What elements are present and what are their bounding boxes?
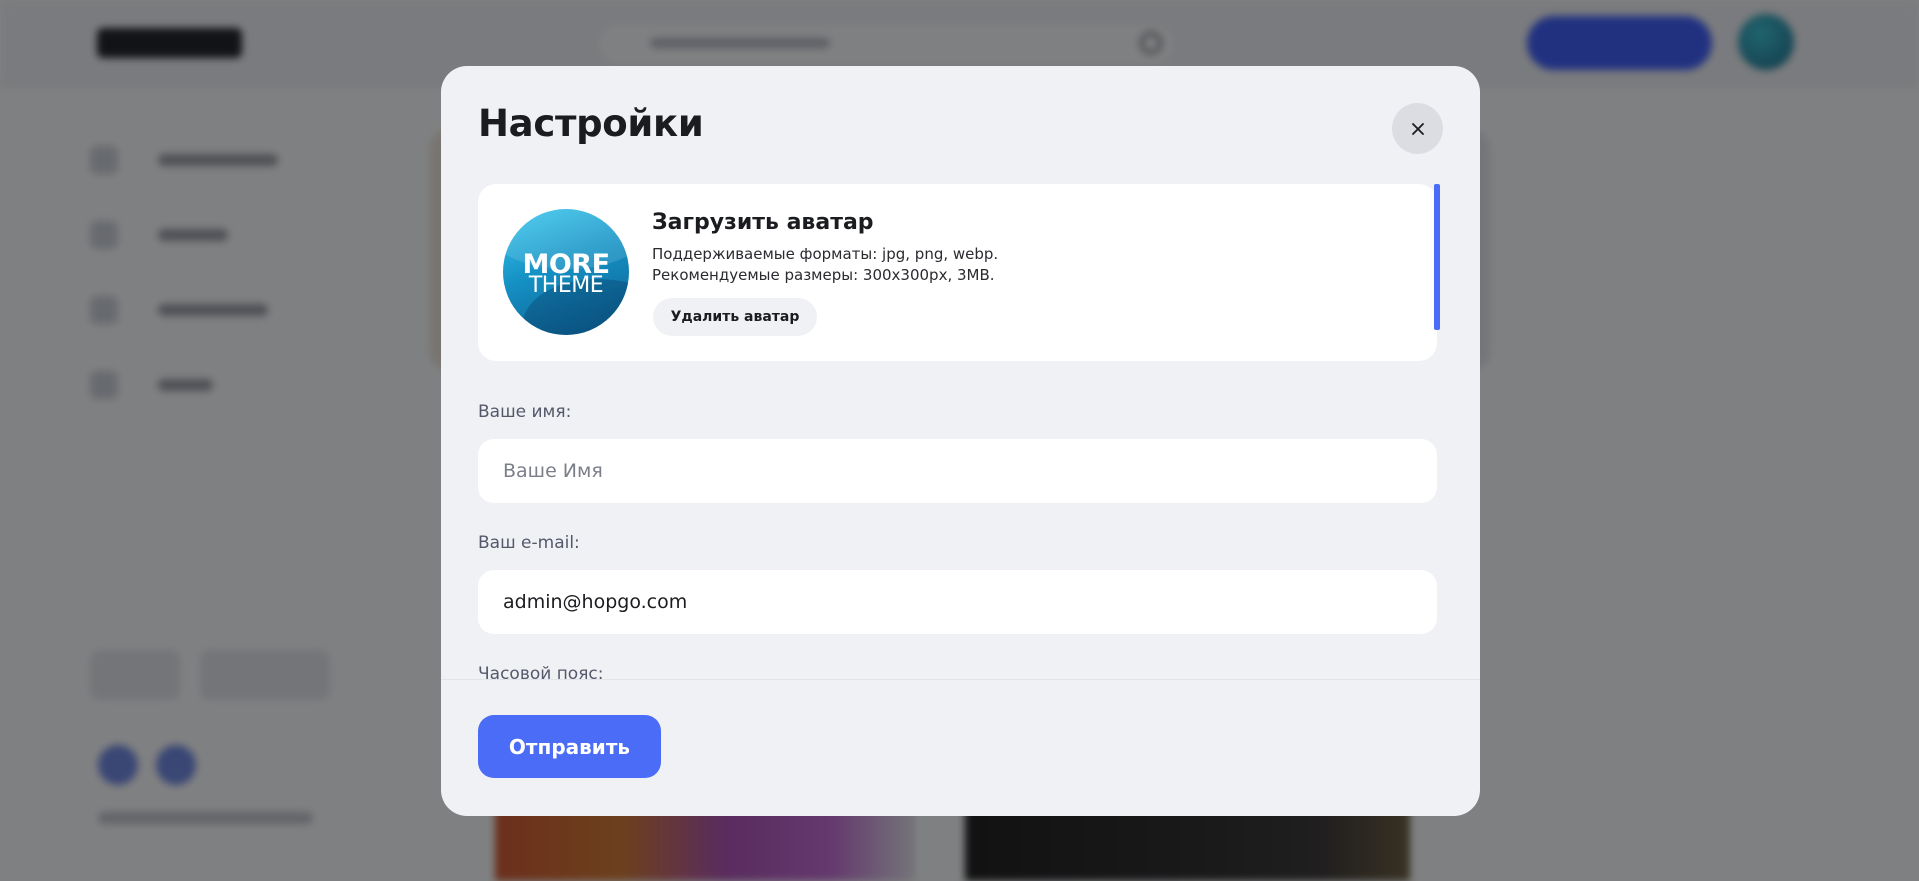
recommended-size-text: Рекомендуемые размеры: 300x300px, 3MB. bbox=[652, 266, 995, 284]
scrollbar[interactable] bbox=[1434, 184, 1440, 679]
modal-title: Настройки bbox=[478, 102, 704, 145]
email-label: Ваш e-mail: bbox=[478, 533, 580, 553]
upload-avatar-title[interactable]: Загрузить аватар bbox=[652, 210, 874, 235]
scrollbar-thumb[interactable] bbox=[1434, 184, 1440, 330]
submit-button[interactable]: Отправить bbox=[478, 715, 661, 778]
name-label: Ваше имя: bbox=[478, 402, 572, 422]
supported-formats-text: Поддерживаемые форматы: jpg, png, webp. bbox=[652, 245, 999, 263]
email-input[interactable] bbox=[478, 570, 1437, 634]
close-button[interactable] bbox=[1392, 103, 1443, 154]
name-input[interactable] bbox=[478, 439, 1437, 503]
footer-divider bbox=[441, 679, 1480, 680]
avatar-upload-card[interactable]: MORE THEME Загрузить аватар Поддерживаем… bbox=[478, 184, 1437, 361]
close-icon bbox=[1411, 122, 1424, 135]
settings-scroll-area[interactable]: MORE THEME Загрузить аватар Поддерживаем… bbox=[478, 184, 1444, 679]
settings-modal: Настройки MORE THEME Загрузить аватар По… bbox=[441, 66, 1480, 816]
timezone-label: Часовой пояс: bbox=[478, 664, 604, 679]
avatar-logo-text-bottom: THEME bbox=[528, 273, 604, 298]
remove-avatar-button[interactable]: Удалить аватар bbox=[653, 298, 817, 336]
avatar-image[interactable]: MORE THEME bbox=[503, 209, 629, 335]
